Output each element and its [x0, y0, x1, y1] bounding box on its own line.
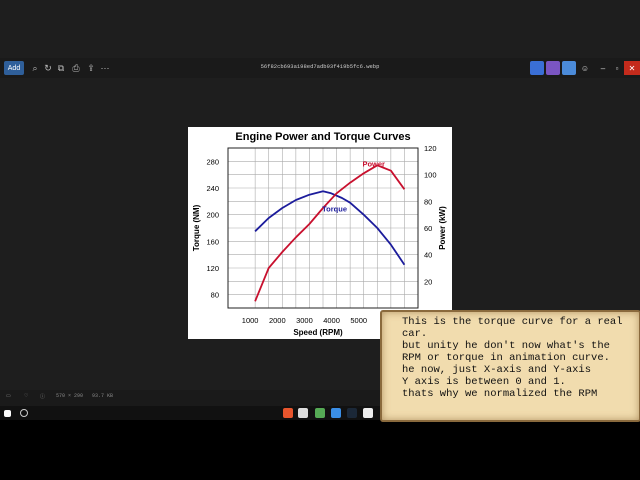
- brave-icon[interactable]: [283, 408, 293, 418]
- note-line: This is the torque curve for a real: [402, 316, 623, 328]
- y-right-tick-label: 40: [424, 251, 432, 260]
- note-line: Y axis is between 0 and 1.: [402, 376, 566, 388]
- y-right-tick-label: 60: [424, 224, 432, 233]
- x-tick-label: 2000: [269, 316, 286, 325]
- app-badge-icon[interactable]: [546, 61, 560, 75]
- x-tick-label: 5000: [350, 316, 367, 325]
- close-icon[interactable]: ✕: [624, 61, 640, 75]
- y-left-tick-label: 80: [211, 291, 219, 300]
- y-left-tick-label: 200: [206, 211, 219, 220]
- account-icon[interactable]: ☺: [578, 61, 592, 75]
- note-line: but unity he don't now what's the: [402, 340, 610, 352]
- y-right-tick-label: 120: [424, 144, 437, 153]
- mail-icon[interactable]: [331, 408, 341, 418]
- file-icon[interactable]: [298, 408, 308, 418]
- note-line: car.: [402, 328, 428, 340]
- file-name: 56f82cb693a198ed7adb93f419b5fc6.webp: [260, 63, 380, 70]
- x-axis-label: Speed (RPM): [293, 328, 343, 337]
- info-icon[interactable]: ⓘ: [40, 393, 45, 400]
- x-tick-label: 4000: [323, 316, 340, 325]
- y-left-tick-label: 120: [206, 264, 219, 273]
- store-icon[interactable]: [315, 408, 325, 418]
- display-icon[interactable]: ▭: [6, 393, 11, 399]
- x-tick-label: 1000: [242, 316, 259, 325]
- y-right-tick-label: 100: [424, 171, 437, 180]
- maximize-icon[interactable]: ▫: [610, 61, 624, 75]
- steam-icon[interactable]: [347, 408, 357, 418]
- app-badge-icon[interactable]: [562, 61, 576, 75]
- y-right-tick-label: 80: [424, 197, 432, 206]
- y-left-tick-label: 160: [206, 237, 219, 246]
- note-line: RPM or torque in animation curve.: [402, 352, 610, 364]
- file-size: 93.7 KB: [92, 393, 114, 399]
- y-axis-label-left: Torque (NM): [192, 204, 201, 251]
- app-badge-icon[interactable]: [530, 61, 544, 75]
- search-icon[interactable]: [20, 409, 28, 417]
- y-axis-label-right: Power (kW): [438, 206, 447, 250]
- chart-image: Engine Power and Torque Curves Speed (RPM…: [188, 127, 452, 339]
- y-right-tick-label: 20: [424, 277, 432, 286]
- y-left-tick-label: 280: [206, 157, 219, 166]
- note-line: he now, just X-axis and Y-axis: [402, 364, 592, 376]
- viewer-toolbar: Add ⌕ ↻ ⧉ ⎙ ⇪ ⋯ 56f82cb693a198ed7adb93f4…: [0, 58, 640, 78]
- minimize-icon[interactable]: –: [596, 61, 610, 75]
- unity-icon[interactable]: [363, 408, 373, 418]
- favorite-icon[interactable]: ♡: [24, 393, 28, 399]
- windows-start-icon[interactable]: [4, 410, 11, 417]
- engine-chart: Engine Power and Torque Curves Speed (RPM…: [192, 131, 447, 337]
- series-label-torque: Torque: [322, 204, 347, 213]
- note-line: thats why we normalized the RPM: [402, 388, 598, 400]
- chart-title: Engine Power and Torque Curves: [235, 131, 410, 143]
- y-left-tick-label: 240: [206, 184, 219, 193]
- x-tick-label: 3000: [296, 316, 313, 325]
- series-label-power: Power: [362, 159, 385, 168]
- image-size: 570 × 290: [56, 393, 84, 399]
- note-annotation: This is the torque curve for a real car.…: [380, 310, 640, 422]
